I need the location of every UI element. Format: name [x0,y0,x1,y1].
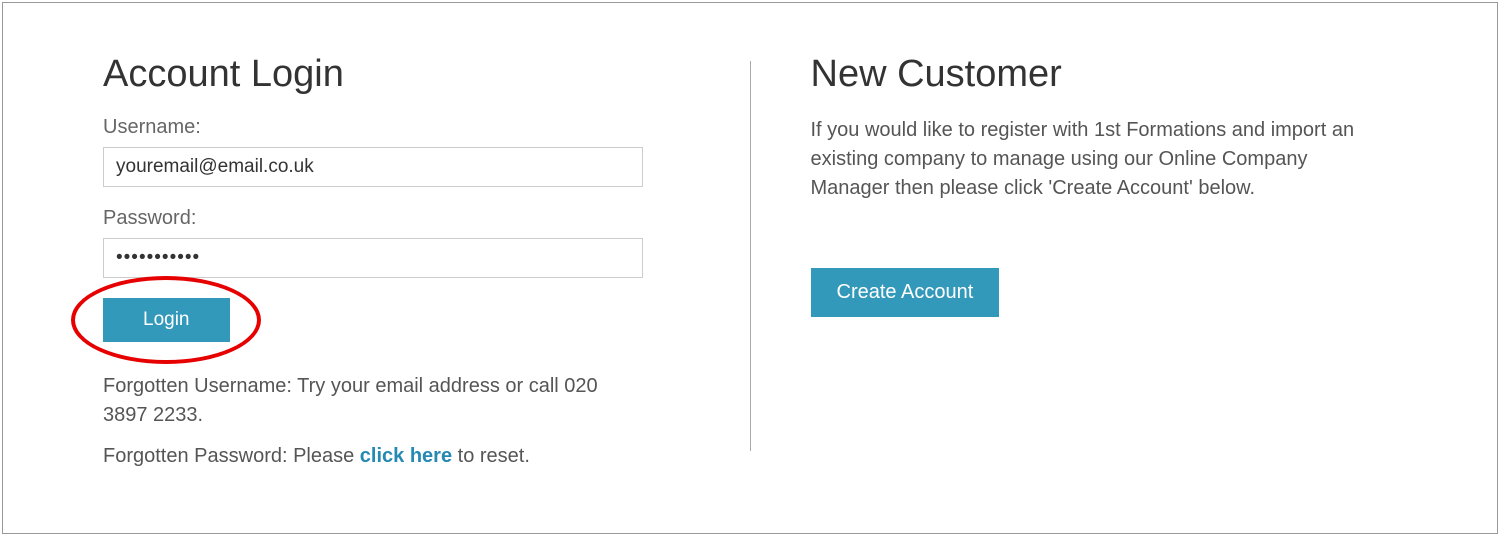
login-button-wrap: Login [103,298,230,342]
login-heading: Account Login [103,53,690,96]
password-input[interactable] [103,238,643,278]
main-container: Account Login Username: Password: Login … [2,2,1498,534]
password-label: Password: [103,207,690,230]
new-customer-section: New Customer If you would like to regist… [751,53,1398,503]
forgot-password-text: Forgotten Password: Please click here to… [103,442,603,471]
new-customer-heading: New Customer [811,53,1398,96]
username-label: Username: [103,116,690,139]
username-input[interactable] [103,147,643,187]
create-account-button[interactable]: Create Account [811,268,1000,317]
forgot-username-text: Forgotten Username: Try your email addre… [103,372,603,430]
forgot-password-prefix: Forgotten Password: Please [103,445,360,467]
forgot-password-suffix: to reset. [452,445,530,467]
new-customer-description: If you would like to register with 1st F… [811,116,1371,203]
forgot-password-link[interactable]: click here [360,445,452,467]
login-section: Account Login Username: Password: Login … [103,53,750,503]
login-button[interactable]: Login [103,298,230,342]
